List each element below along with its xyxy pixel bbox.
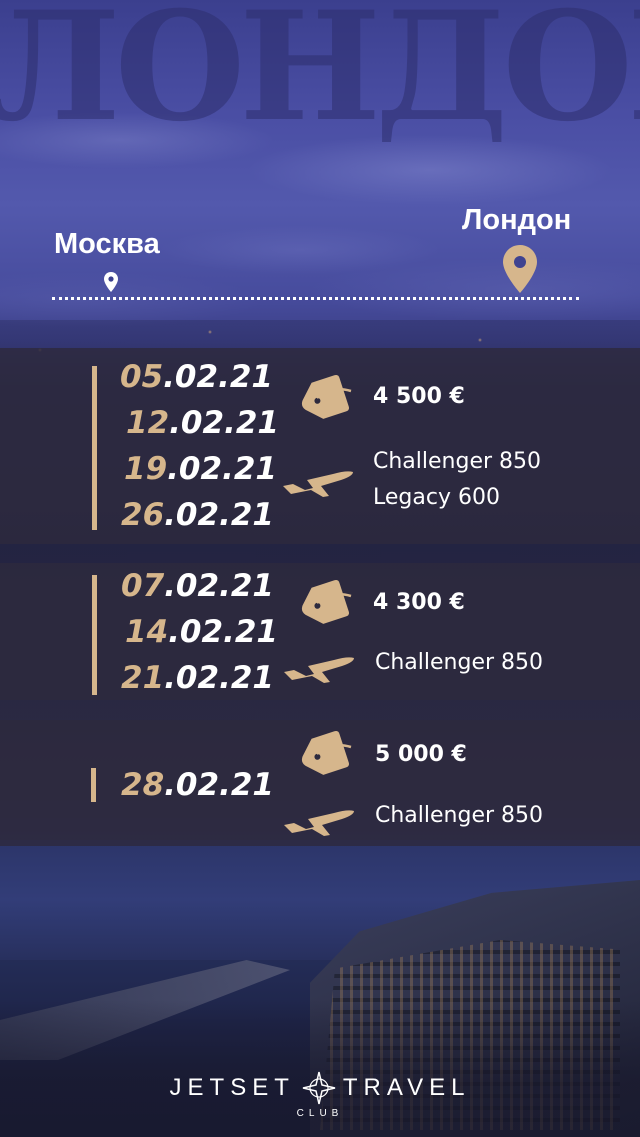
brand-sub: CLUB xyxy=(296,1108,344,1119)
aircraft-name: Challenger 850 xyxy=(373,449,542,474)
price-value: 5 000 € xyxy=(375,742,467,767)
route-line xyxy=(52,297,579,300)
aircraft-name: Challenger 850 xyxy=(375,650,544,675)
destination-city: Лондон xyxy=(462,204,572,236)
map-pin-icon xyxy=(104,272,118,292)
brand-word-left: JETSET xyxy=(169,1074,295,1101)
date-item: 14.02.21 xyxy=(125,614,278,650)
aircraft-name: Challenger 850 xyxy=(375,803,544,828)
price-tag-icon xyxy=(301,731,352,775)
date-item: 28.02.21 xyxy=(121,767,274,803)
date-bar xyxy=(91,768,96,802)
airplane-icon xyxy=(284,657,354,683)
date-item: 26.02.21 xyxy=(121,497,274,533)
compass-star-icon xyxy=(302,1071,336,1105)
price-tag-icon xyxy=(301,580,352,624)
date-bar xyxy=(92,366,97,530)
aircraft-name: Legacy 600 xyxy=(373,485,500,510)
date-item: 19.02.21 xyxy=(124,451,277,487)
price-tag-icon xyxy=(301,375,352,419)
date-item: 21.02.21 xyxy=(121,660,274,696)
brand-word-right: TRAVEL xyxy=(342,1074,471,1101)
date-item: 12.02.21 xyxy=(126,405,279,441)
airplane-icon xyxy=(284,810,354,836)
brand-logo: JETSET TRAVEL CLUB xyxy=(0,1070,640,1119)
price-value: 4 300 € xyxy=(373,590,465,615)
date-item: 05.02.21 xyxy=(120,359,273,395)
origin-city: Москва xyxy=(54,228,160,260)
airplane-icon xyxy=(283,471,353,497)
date-bar xyxy=(92,575,97,695)
map-pin-icon xyxy=(503,245,537,293)
price-value: 4 500 € xyxy=(373,384,465,409)
background-title: ЛОНДОН xyxy=(0,0,640,142)
date-item: 07.02.21 xyxy=(121,568,274,604)
